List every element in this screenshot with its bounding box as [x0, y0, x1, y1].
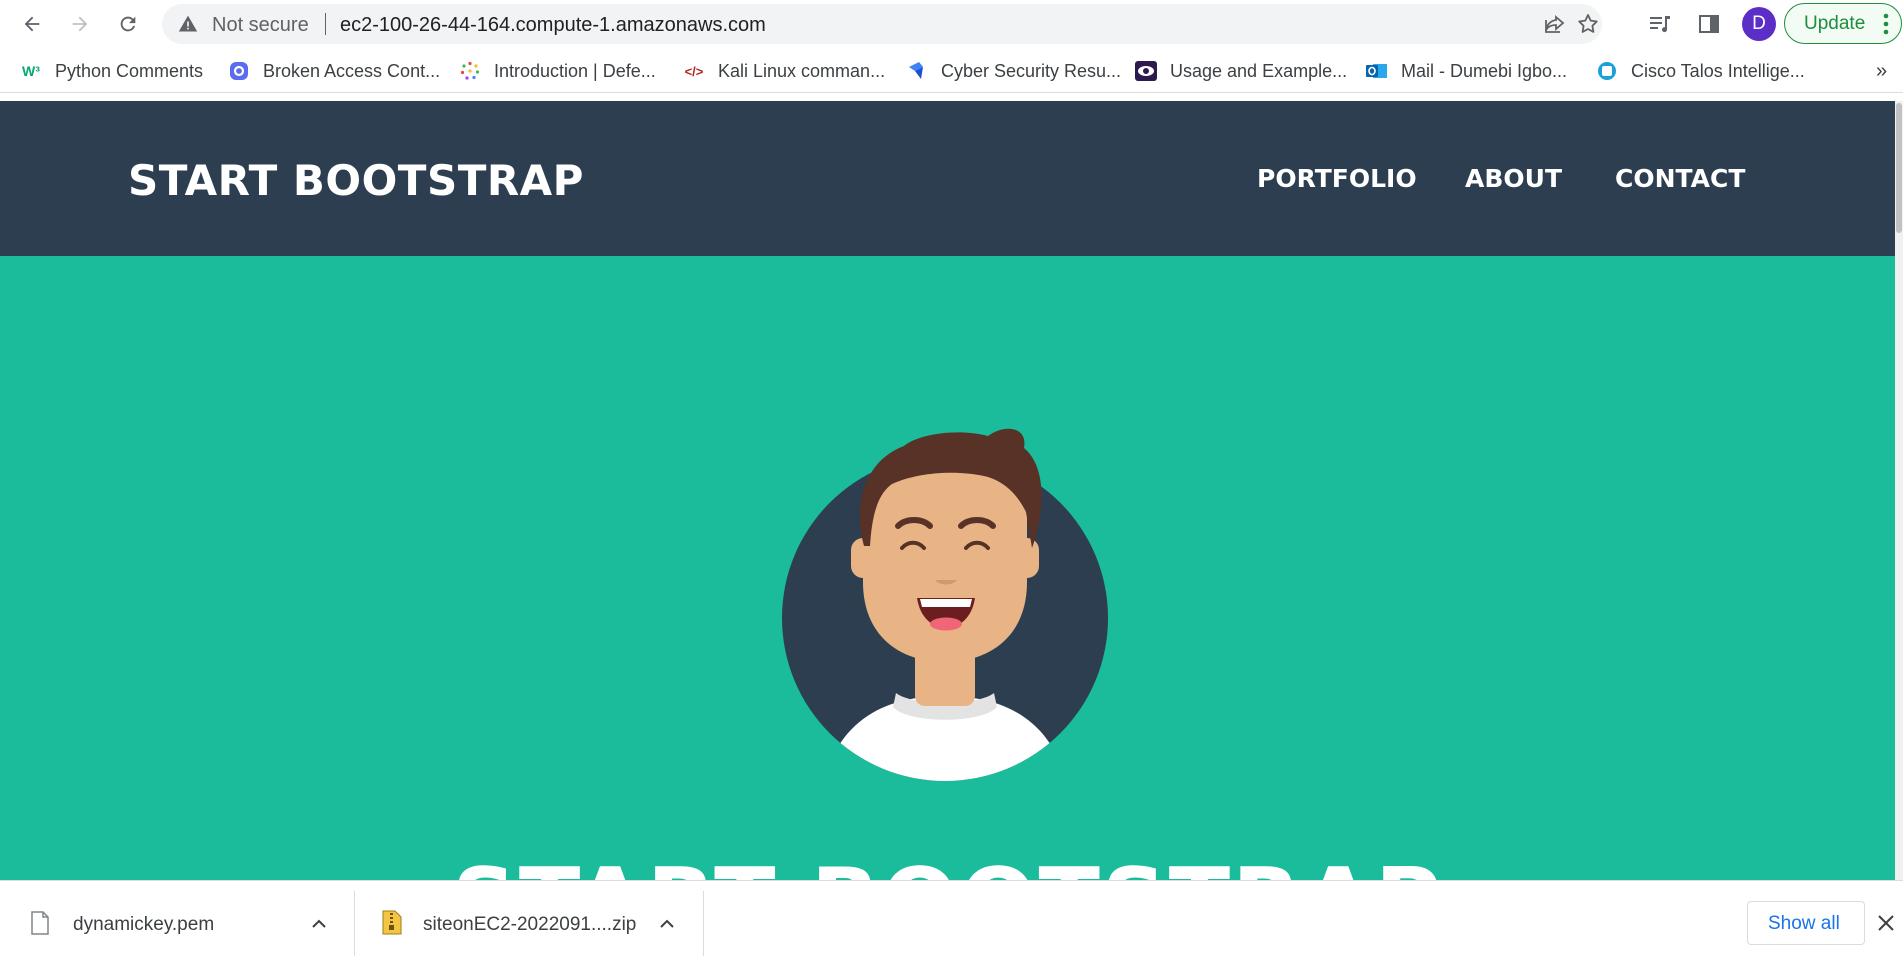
avatar-illustration [782, 428, 1108, 781]
scrollbar-thumb[interactable] [1896, 103, 1902, 233]
bookmarks-bar: W³ Python Comments Broken Access Cont...… [0, 48, 1903, 93]
zip-file-icon [382, 910, 402, 935]
warning-icon [178, 15, 198, 32]
site-navbar: START BOOTSTRAP PORTFOLIO ABOUT CONTACT [0, 101, 1895, 256]
bookmark-cisco-talos[interactable]: Cisco Talos Intellige... [1596, 58, 1805, 84]
star-icon[interactable] [1576, 12, 1600, 36]
file-icon [31, 911, 49, 935]
close-icon[interactable] [1876, 913, 1896, 933]
bookmark-label: Introduction | Defe... [494, 60, 656, 81]
masthead-title: START BOOTSTRAP [0, 849, 1895, 880]
media-queue-icon[interactable] [1648, 12, 1672, 36]
download-item-zip[interactable]: siteonEC2-2022091....zip [355, 881, 703, 965]
download-shelf: dynamickey.pem siteonEC2-2022091....zip … [0, 880, 1903, 965]
nav-link-portfolio[interactable]: PORTFOLIO [1257, 164, 1417, 193]
forward-button[interactable] [62, 6, 98, 42]
chevron-up-icon[interactable] [658, 915, 676, 933]
bookmark-kali-linux[interactable]: </> Kali Linux comman... [683, 58, 885, 84]
bookmark-python-comments[interactable]: W³ Python Comments [20, 58, 203, 84]
bookmark-cyber-security[interactable]: Cyber Security Resu... [906, 58, 1121, 84]
chevron-up-icon[interactable] [310, 915, 328, 933]
site-brand[interactable]: START BOOTSTRAP [128, 156, 584, 205]
more-bookmarks-icon[interactable]: » [1876, 60, 1887, 83]
side-panel-icon[interactable] [1697, 12, 1721, 36]
w3schools-icon: W³ [22, 63, 40, 79]
show-all-label: Show all [1768, 913, 1840, 934]
download-filename: siteonEC2-2022091....zip [423, 914, 637, 935]
code-icon: </> [684, 63, 704, 79]
masthead: START BOOTSTRAP [0, 256, 1895, 880]
bookmark-usage-examples[interactable]: Usage and Example... [1135, 58, 1347, 84]
more-vert-icon [1883, 13, 1889, 35]
nav-link-contact[interactable]: CONTACT [1615, 164, 1745, 193]
outlook-icon [1366, 60, 1388, 82]
arrow-left-icon [24, 16, 40, 32]
bookmark-broken-access[interactable]: Broken Access Cont... [228, 58, 440, 84]
download-divider [703, 891, 704, 956]
show-all-button[interactable]: Show all [1747, 901, 1865, 945]
download-item-pem[interactable]: dynamickey.pem [0, 881, 354, 965]
eye-icon [1135, 60, 1157, 82]
bookmark-label: Broken Access Cont... [263, 60, 441, 81]
share-icon[interactable] [1542, 12, 1566, 36]
reload-icon [120, 16, 136, 32]
bookmark-label: Cyber Security Resu... [941, 60, 1122, 81]
update-label: Update [1804, 13, 1866, 34]
url-text[interactable]: ec2-100-26-44-164.compute-1.amazonaws.co… [340, 14, 766, 37]
address-bar[interactable]: Not secure ec2-100-26-44-164.compute-1.a… [162, 4, 1602, 44]
blue-shape-icon [906, 60, 928, 82]
update-button[interactable]: Update [1784, 3, 1902, 44]
security-status[interactable]: Not secure [212, 14, 309, 37]
bookmark-a-icon [228, 60, 250, 82]
bookmark-label: Python Comments [55, 60, 204, 81]
arrow-right-icon [72, 16, 88, 32]
bookmark-label: Mail - Dumebi Igbo... [1401, 60, 1568, 81]
address-divider [325, 13, 326, 35]
dots-circle-icon [459, 60, 481, 82]
profile-avatar[interactable]: D [1742, 7, 1776, 41]
bookmark-label: Usage and Example... [1170, 60, 1348, 81]
nav-link-about[interactable]: ABOUT [1465, 164, 1562, 193]
reload-button[interactable] [110, 6, 146, 42]
page-scrollbar[interactable] [1895, 101, 1903, 880]
browser-toolbar: Not secure ec2-100-26-44-164.compute-1.a… [0, 0, 1903, 48]
bookmark-introduction[interactable]: Introduction | Defe... [459, 58, 656, 84]
talos-icon [1596, 60, 1618, 82]
bookmark-label: Cisco Talos Intellige... [1631, 60, 1805, 81]
back-button[interactable] [14, 6, 50, 42]
bookmark-label: Kali Linux comman... [718, 60, 886, 81]
download-filename: dynamickey.pem [73, 914, 215, 935]
bookmark-mail[interactable]: Mail - Dumebi Igbo... [1366, 58, 1567, 84]
